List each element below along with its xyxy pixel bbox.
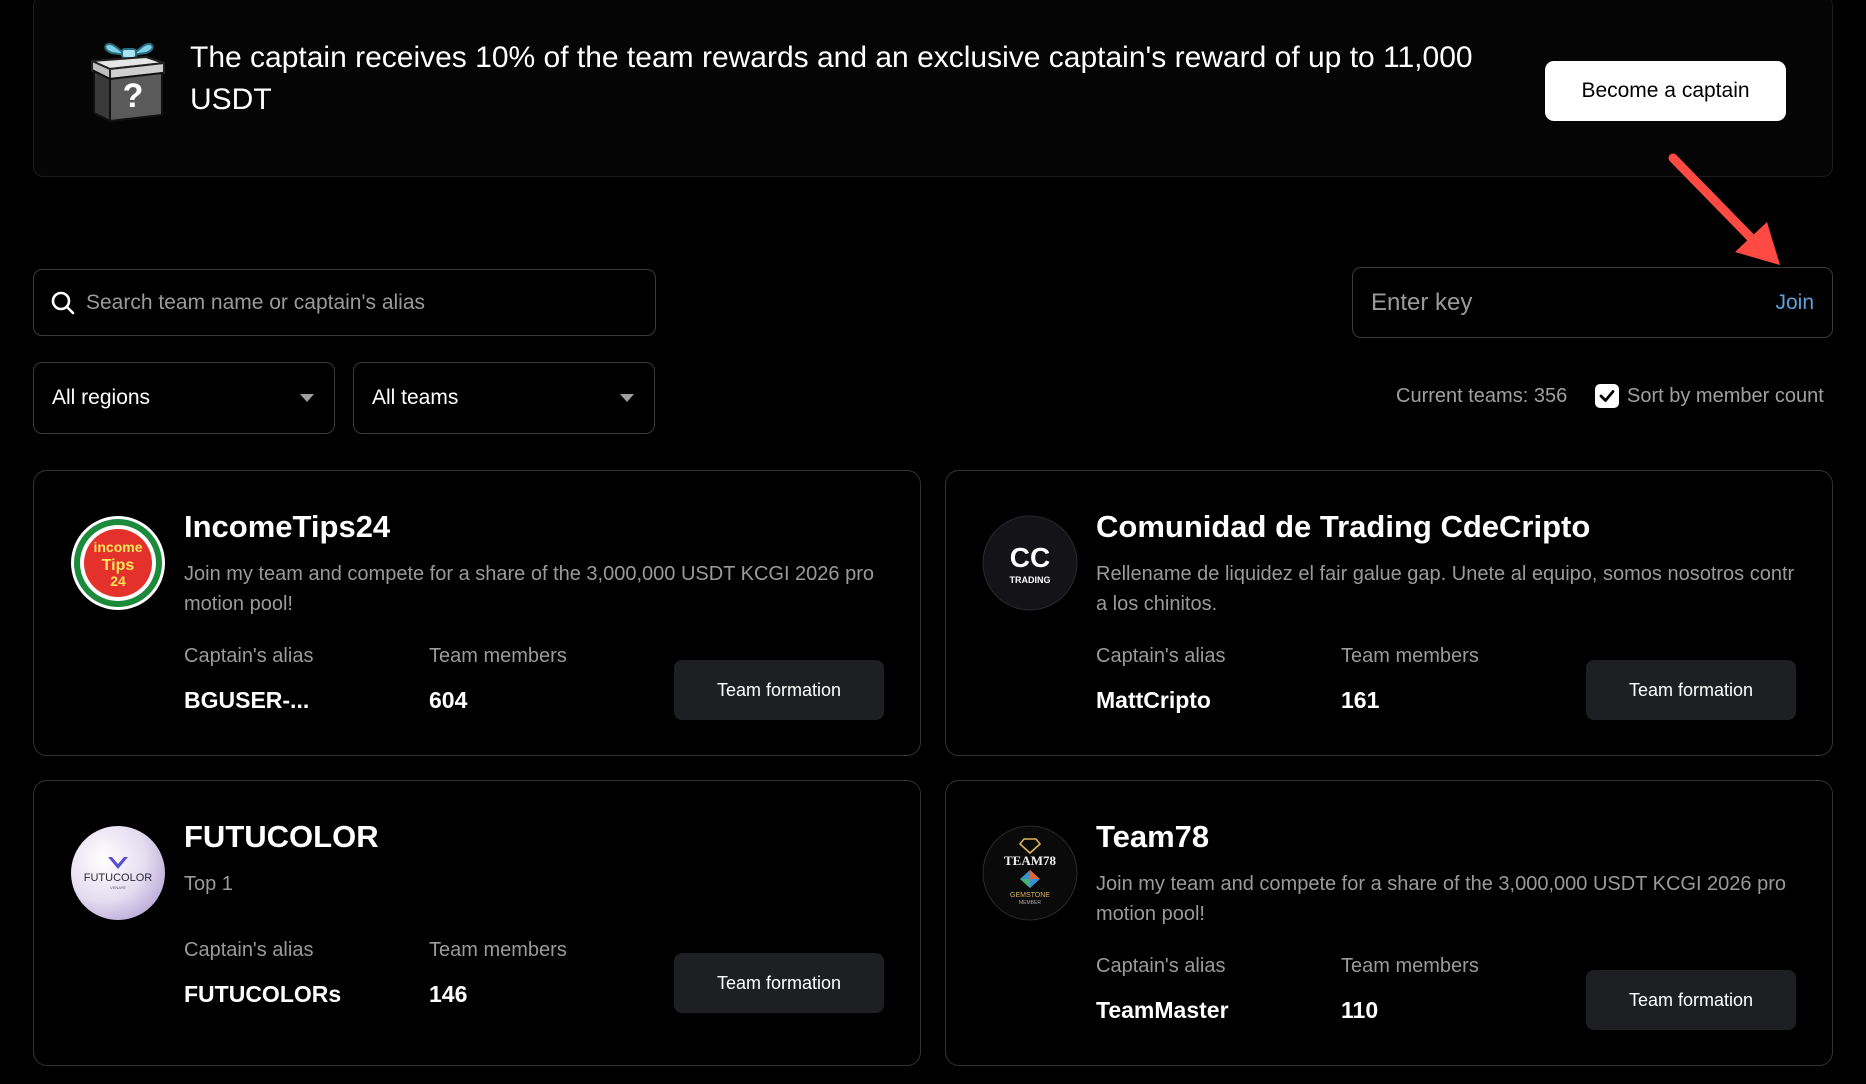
- region-dropdown[interactable]: All regions: [33, 362, 335, 434]
- mystery-gift-icon: ?: [91, 43, 165, 123]
- team-card[interactable]: CC TRADING Comunidad de Trading CdeCript…: [945, 470, 1833, 756]
- team-formation-button[interactable]: Team formation: [1586, 970, 1796, 1030]
- captain-alias-value: FUTUCOLORs: [184, 981, 342, 1007]
- search-input[interactable]: [86, 290, 655, 315]
- svg-text:VENAYE: VENAYE: [110, 885, 126, 890]
- svg-text:TEAM78: TEAM78: [1004, 853, 1057, 868]
- team-description: Rellename de liquidez el fair galue gap.…: [1096, 563, 1795, 615]
- team-name[interactable]: Comunidad de Trading CdeCripto: [1096, 509, 1590, 545]
- team-search-box[interactable]: [33, 269, 656, 336]
- become-captain-button[interactable]: Become a captain: [1545, 61, 1786, 121]
- key-input[interactable]: [1371, 288, 1776, 317]
- team-formation-button[interactable]: Team formation: [1586, 660, 1796, 720]
- team-members-label: Team members: [1341, 645, 1479, 667]
- svg-text:FUTUCOLOR: FUTUCOLOR: [84, 872, 153, 884]
- region-dropdown-value: All regions: [52, 386, 151, 409]
- team-description: Top 1: [184, 873, 233, 895]
- team-logo-futucolor: FUTUCOLOR VENAYE: [70, 825, 166, 921]
- current-teams-count: Current teams: 356: [1396, 385, 1568, 407]
- sort-label: Sort by member count: [1627, 384, 1824, 407]
- svg-text:income: income: [93, 539, 142, 555]
- team-members-label: Team members: [429, 645, 567, 667]
- team-card[interactable]: TEAM78 GEMSTONE MEMBER Team78 Join my te…: [945, 780, 1833, 1066]
- svg-text:GEMSTONE: GEMSTONE: [1010, 892, 1050, 899]
- svg-text:?: ?: [123, 77, 144, 115]
- caret-down-icon: [620, 394, 634, 402]
- svg-text:CC: CC: [1010, 542, 1050, 573]
- team-members-value: 146: [429, 981, 468, 1007]
- team-members-label: Team members: [429, 939, 567, 961]
- captain-alias-label: Captain's alias: [184, 645, 314, 667]
- svg-text:TRADING: TRADING: [1010, 575, 1051, 585]
- banner-message: The captain receives 10% of the team rew…: [190, 41, 1473, 116]
- captain-alias-value: MattCripto: [1096, 687, 1211, 713]
- team-description: Join my team and compete for a share of …: [1096, 873, 1787, 925]
- sort-checkbox[interactable]: [1595, 384, 1619, 408]
- caret-down-icon: [300, 394, 314, 402]
- svg-text:24: 24: [110, 573, 126, 589]
- captain-alias-label: Captain's alias: [1096, 645, 1226, 667]
- team-logo-cdecripto: CC TRADING: [982, 515, 1078, 611]
- team-members-value: 110: [1341, 997, 1379, 1023]
- svg-text:MEMBER: MEMBER: [1019, 900, 1041, 906]
- team-members-value: 604: [429, 687, 468, 713]
- team-members-value: 161: [1341, 687, 1380, 713]
- team-formation-button[interactable]: Team formation: [674, 953, 884, 1013]
- team-description: Join my team and compete for a share of …: [184, 563, 875, 615]
- sort-by-member-toggle[interactable]: Sort by member count: [1595, 384, 1824, 408]
- team-name[interactable]: FUTUCOLOR: [184, 819, 379, 855]
- team-type-dropdown[interactable]: All teams: [353, 362, 655, 434]
- captain-alias-value: BGUSER-...: [184, 687, 310, 713]
- team-listing-page: ? The captain receives 10% of the team r…: [0, 0, 1866, 1084]
- team-name[interactable]: Team78: [1096, 819, 1209, 855]
- team-card[interactable]: FUTUCOLOR VENAYE FUTUCOLOR Top 1 Captain…: [33, 780, 921, 1066]
- captain-alias-value: TeamMaster: [1096, 997, 1229, 1023]
- team-name[interactable]: IncomeTips24: [184, 509, 390, 545]
- captain-banner: ? The captain receives 10% of the team r…: [33, 0, 1833, 177]
- team-key-box[interactable]: Join: [1352, 267, 1833, 338]
- team-card[interactable]: income Tips 24 IncomeTips24 Join my team…: [33, 470, 921, 756]
- arrow-icon: [1668, 153, 1780, 265]
- captain-alias-label: Captain's alias: [1096, 955, 1226, 977]
- team-members-label: Team members: [1341, 955, 1479, 977]
- team-logo-team78: TEAM78 GEMSTONE MEMBER: [982, 825, 1078, 921]
- search-icon: [51, 291, 75, 314]
- team-type-dropdown-value: All teams: [372, 386, 459, 409]
- checkmark-icon: [1599, 390, 1615, 402]
- svg-text:Tips: Tips: [102, 557, 135, 574]
- team-logo-incometips24: income Tips 24: [70, 515, 166, 611]
- team-formation-button[interactable]: Team formation: [674, 660, 884, 720]
- captain-alias-label: Captain's alias: [184, 939, 314, 961]
- join-button[interactable]: Join: [1775, 291, 1814, 315]
